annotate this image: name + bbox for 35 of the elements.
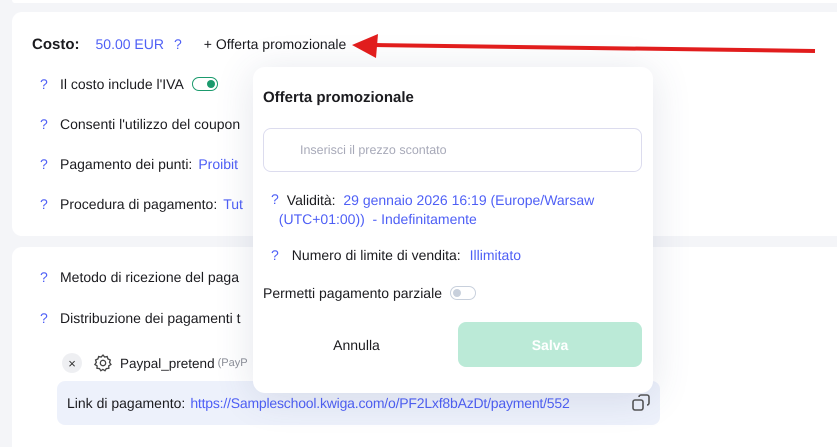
help-icon[interactable]: ? — [271, 191, 279, 207]
setting-label: Pagamento dei punti: — [60, 156, 192, 172]
partial-payment-label: Permetti pagamento parziale — [263, 285, 442, 301]
link-label: Link di pagamento: — [67, 395, 186, 411]
setting-label: Procedura di pagamento: — [60, 196, 218, 212]
promo-link[interactable]: + Offerta promozionale — [204, 36, 346, 52]
limit-value[interactable]: Illimitato — [470, 247, 522, 263]
setting-label: Metodo di ricezione del paga — [60, 269, 240, 285]
price-value[interactable]: 50.00 EUR — [96, 36, 164, 52]
help-icon[interactable]: ? — [40, 310, 60, 326]
price-label: Costo: — [32, 36, 80, 52]
help-icon[interactable]: ? — [271, 247, 279, 263]
payment-link[interactable]: https://Sampleschool.kwiga.com/o/PF2Lxf8bAzDt/payment/552 — [190, 395, 570, 411]
help-icon[interactable]: ? — [174, 36, 182, 52]
setting-label: Distribuzione dei pagamenti t — [60, 310, 241, 326]
help-icon[interactable]: ? — [40, 156, 60, 172]
help-icon[interactable]: ? — [40, 116, 60, 132]
help-icon[interactable]: ? — [40, 269, 60, 285]
price-input[interactable]: Inserisci il prezzo scontato — [263, 128, 642, 172]
method-provider: (PayP — [218, 357, 248, 369]
method-name: Paypal_pretend — [120, 356, 215, 370]
partial-payment-toggle[interactable] — [450, 286, 476, 300]
validity-text: Validità: 29 gennaio 2026 16:19 (Europe/Warsaw (UTC+01:00)) - Indefinitamente — [278, 191, 596, 229]
popover-title: Offerta promozionale — [263, 88, 415, 108]
setting-value[interactable]: Tut — [223, 196, 243, 212]
copy-icon[interactable] — [632, 394, 650, 412]
settings-icon[interactable] — [93, 353, 113, 373]
setting-label: Il costo include l'IVA — [60, 76, 184, 92]
remove-button[interactable]: × — [62, 353, 82, 373]
help-icon[interactable]: ? — [40, 196, 60, 212]
help-icon[interactable]: ? — [40, 76, 60, 92]
setting-label: Consenti l'utilizzo del coupon — [60, 116, 240, 132]
vat-toggle[interactable] — [192, 77, 218, 91]
setting-value[interactable]: Proibit — [198, 156, 238, 172]
limit-label: Numero di limite di vendita: — [292, 247, 461, 263]
